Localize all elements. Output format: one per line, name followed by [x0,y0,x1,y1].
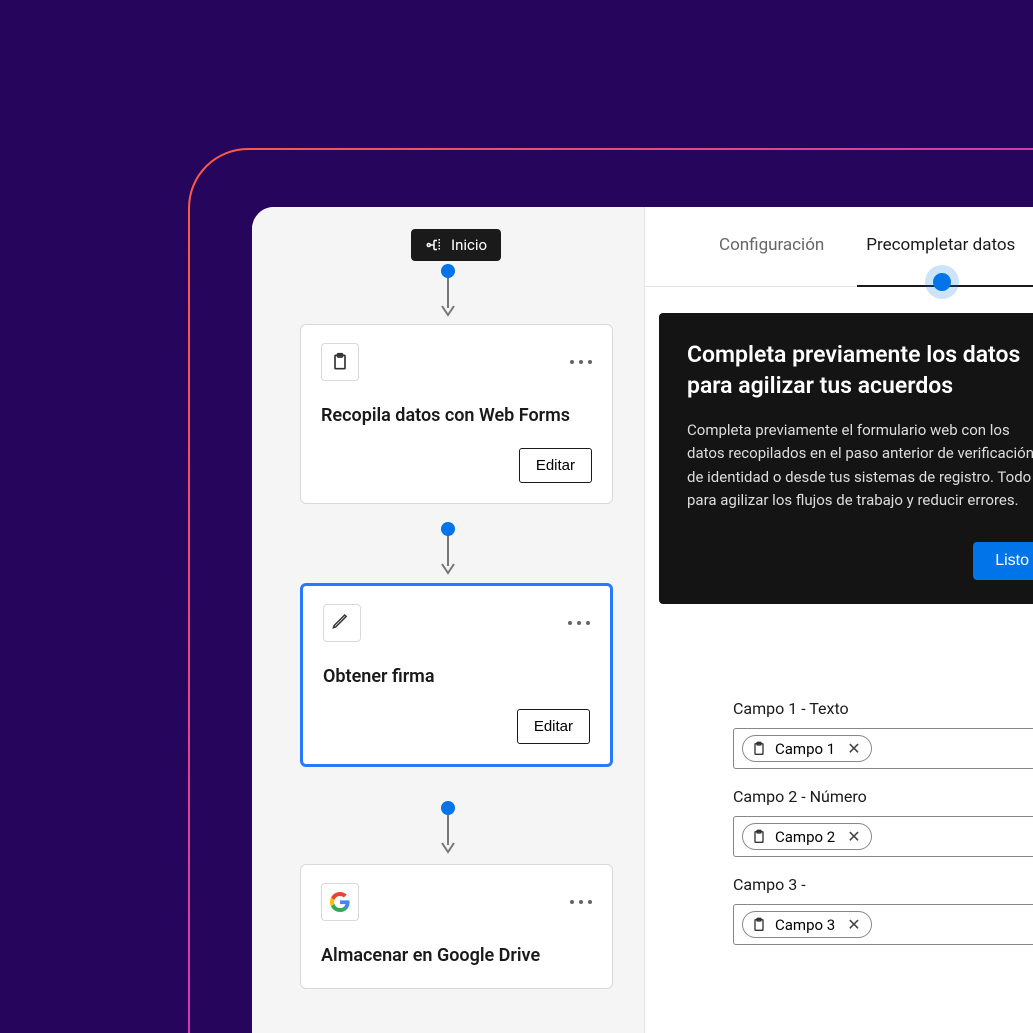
step-title: Obtener firma [323,664,590,689]
field-input[interactable]: Campo 2 ✕ [733,816,1033,857]
field-chip-label: Campo 3 [775,916,835,934]
connector-dot [441,522,455,536]
chip-remove-icon[interactable]: ✕ [847,827,860,846]
step-title: Recopila datos con Web Forms [321,403,592,428]
field-chip-label: Campo 2 [775,828,835,846]
field-group-3: Campo 3 - Campo 3 ✕ [645,875,1033,945]
workflow-step-webforms[interactable]: Recopila datos con Web Forms Editar [300,324,613,504]
step-menu-button[interactable] [570,360,592,364]
edit-button[interactable]: Editar [517,709,590,744]
field-input[interactable]: Campo 1 ✕ [733,728,1033,769]
start-chip-label: Inicio [451,236,487,254]
field-label: Campo 2 - Número [733,787,1033,806]
google-icon [321,883,359,921]
workflow-panel: Inicio Recopila datos con Web Forms Edit… [252,207,645,1033]
connector-arrow [441,305,455,317]
connector-line [447,278,449,308]
coach-mark: Completa previamente los datos para agil… [659,313,1033,604]
tabs: Configuración Precompletar datos [645,207,1033,287]
connector-dot [441,264,455,278]
field-label: Campo 1 - Texto [733,699,1033,718]
connector-dot [441,801,455,815]
clipboard-icon [751,917,767,933]
coach-title: Completa previamente los datos para agil… [687,339,1033,401]
connector-arrow [441,842,455,854]
connector-line [447,536,449,566]
step-menu-button[interactable] [568,621,590,625]
pen-icon [323,604,361,642]
chip-remove-icon[interactable]: ✕ [847,915,860,934]
field-label: Campo 3 - [733,875,1033,894]
start-chip[interactable]: Inicio [411,229,501,261]
step-title: Almacenar en Google Drive [321,943,592,968]
workflow-start-icon [425,236,443,254]
chip-remove-icon[interactable]: ✕ [847,739,860,758]
workflow-step-googledrive[interactable]: Almacenar en Google Drive [300,864,613,989]
field-group-2: Campo 2 - Número Campo 2 ✕ [645,787,1033,857]
connector-line [447,815,449,845]
connector-arrow [441,563,455,575]
clipboard-icon [751,829,767,845]
coach-body: Completa previamente el formulario web c… [687,419,1033,512]
tab-active-dot [933,273,951,291]
field-chip[interactable]: Campo 1 ✕ [742,735,872,762]
field-chip[interactable]: Campo 2 ✕ [742,823,872,850]
coach-done-button[interactable]: Listo [973,542,1033,580]
field-group-1: Campo 1 - Texto Campo 1 ✕ [645,699,1033,769]
field-input[interactable]: Campo 3 ✕ [733,904,1033,945]
workflow-step-signature[interactable]: Obtener firma Editar [300,583,613,767]
tab-configuracion[interactable]: Configuración [719,235,824,286]
field-chip[interactable]: Campo 3 ✕ [742,911,872,938]
field-chip-label: Campo 1 [775,740,835,758]
edit-button[interactable]: Editar [519,448,592,483]
clipboard-icon [321,343,359,381]
step-menu-button[interactable] [570,900,592,904]
clipboard-icon [751,741,767,757]
